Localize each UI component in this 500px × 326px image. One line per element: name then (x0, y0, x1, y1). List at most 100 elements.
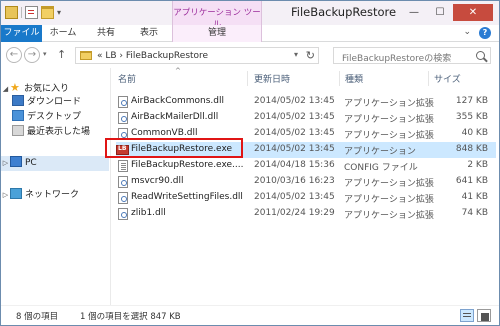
up-button[interactable]: ↑ (57, 48, 66, 61)
column-divider[interactable] (339, 71, 340, 86)
file-row[interactable]: zlib1.dll 2011/02/24 19:29 アプリケーション拡張 74… (116, 206, 496, 222)
minimize-button[interactable]: — (401, 4, 427, 21)
sidebar-item-favorites[interactable]: ◢ ★ お気に入り (1, 80, 69, 95)
new-folder-icon[interactable] (41, 6, 54, 19)
sidebar-item-pc[interactable]: ▷ PC (1, 156, 109, 171)
sidebar-item-network[interactable]: ▷ ネットワーク (1, 188, 79, 203)
file-type: アプリケーション拡張 (344, 179, 434, 189)
column-divider[interactable] (428, 71, 429, 86)
file-name: AirBackCommons.dll (131, 96, 225, 106)
column-header-date[interactable]: 更新日時 (254, 72, 290, 85)
sidebar-item-label: PC (25, 158, 37, 168)
sidebar-item-label: 最近表示した場 (27, 127, 91, 137)
recent-locations-dropdown[interactable]: ▾ (43, 50, 47, 58)
network-icon (10, 188, 22, 199)
dll-file-icon (118, 96, 128, 108)
address-dropdown-icon[interactable]: ▾ (294, 50, 298, 59)
file-size: 127 KB (455, 96, 488, 106)
file-date: 2014/04/18 15:36 (254, 160, 335, 170)
dll-file-icon (118, 112, 128, 124)
details-view-icon[interactable] (460, 309, 474, 322)
file-date: 2011/02/24 19:29 (254, 208, 335, 218)
file-name: AirBackMailerDll.dll (131, 112, 219, 122)
desktop-folder-icon (12, 110, 24, 121)
file-row[interactable]: AirBackCommons.dll 2014/05/02 13:45 アプリケ… (116, 94, 496, 110)
ribbon-tab-bar: ファイル ホーム 共有 表示 管理 ⌄ ? (1, 25, 499, 42)
properties-icon[interactable] (25, 6, 38, 19)
column-header-label: 名前 (118, 75, 137, 85)
navigation-pane: ◢ ★ お気に入り ダウンロード デスクトップ 最近表示した場 ▷ PC ▷ ネットワー… (1, 68, 111, 305)
file-date: 2010/03/16 16:23 (254, 176, 335, 186)
dll-file-icon (118, 192, 128, 204)
file-list: 名前 ^ 更新日時 種類 サイズ AirBackCommons.dll 2014… (112, 67, 499, 305)
expand-arrow-icon[interactable]: ▷ (1, 156, 10, 171)
config-file-icon (118, 160, 128, 172)
file-date: 2014/05/02 13:45 (254, 96, 335, 106)
back-button[interactable]: ← (6, 47, 22, 63)
file-date: 2014/05/02 13:45 (254, 192, 335, 202)
file-name: ReadWriteSettingFiles.dll (131, 192, 243, 202)
address-bar[interactable]: « LB › FileBackupRestore ▾ ↻ (75, 47, 319, 64)
tab-manage[interactable]: 管理 (172, 25, 262, 42)
file-row[interactable]: FileBackupRestore.exe.... 2014/04/18 15:… (116, 158, 496, 174)
pc-icon (10, 156, 22, 167)
column-header-name[interactable]: 名前 (118, 72, 136, 85)
recent-places-icon (12, 125, 24, 136)
window-controls: — ☐ ✕ (401, 4, 493, 21)
file-row[interactable]: msvcr90.dll 2010/03/16 16:23 アプリケーション拡張 … (116, 174, 496, 190)
column-header-type[interactable]: 種類 (345, 72, 363, 85)
file-size: 355 KB (455, 112, 488, 122)
dll-file-icon (118, 176, 128, 188)
column-divider[interactable] (247, 71, 248, 86)
expand-ribbon-icon[interactable]: ⌄ (463, 27, 471, 39)
search-input[interactable]: FileBackupRestoreの検索 (333, 47, 491, 64)
customize-toolbar-icon[interactable]: ▾ (57, 8, 61, 17)
file-size: 641 KB (455, 176, 488, 186)
file-type: アプリケーション拡張 (344, 211, 434, 221)
file-row[interactable]: AirBackMailerDll.dll 2014/05/02 13:45 アプ… (116, 110, 496, 126)
help-icon[interactable]: ? (479, 27, 491, 39)
file-name: msvcr90.dll (131, 176, 184, 186)
file-size: 40 KB (461, 128, 488, 138)
file-type: アプリケーション (344, 147, 416, 157)
sidebar-item-label: ネットワーク (25, 190, 80, 200)
column-header-size[interactable]: サイズ (434, 72, 461, 85)
tab-share[interactable]: 共有 (93, 25, 119, 42)
window-title: FileBackupRestore (291, 5, 397, 19)
maximize-button[interactable]: ☐ (427, 4, 453, 21)
refresh-icon[interactable]: ↻ (306, 49, 315, 62)
file-type: アプリケーション拡張 (344, 195, 434, 205)
ribbon-right-controls: ⌄ ? (463, 27, 491, 39)
file-name: zlib1.dll (131, 208, 166, 218)
sidebar-item-recent-places[interactable]: 最近表示した場 (12, 125, 90, 140)
close-button[interactable]: ✕ (453, 4, 493, 21)
sidebar-item-label: デスクトップ (27, 112, 82, 122)
item-count: 8 個の項目 (16, 312, 59, 322)
breadcrumb[interactable]: « LB › FileBackupRestore (97, 51, 208, 61)
tab-home[interactable]: ホーム (45, 25, 81, 42)
large-icons-view-icon[interactable] (477, 309, 491, 322)
folder-icon (80, 51, 92, 60)
search-placeholder: FileBackupRestoreの検索 (342, 54, 452, 64)
sidebar-item-downloads[interactable]: ダウンロード (12, 95, 81, 110)
file-size: 848 KB (455, 144, 488, 154)
quick-access-toolbar: ▾ (5, 6, 61, 19)
app-menu-icon[interactable] (5, 6, 18, 19)
context-tab-group: アプリケーション ツール (172, 1, 262, 30)
search-icon[interactable] (476, 51, 485, 60)
file-row[interactable]: ReadWriteSettingFiles.dll 2014/05/02 13:… (116, 190, 496, 206)
file-type: アプリケーション拡張 (344, 115, 434, 125)
expand-arrow-icon[interactable]: ▷ (1, 188, 10, 203)
forward-button[interactable]: → (24, 47, 40, 63)
dll-file-icon (118, 208, 128, 220)
tab-view[interactable]: 表示 (132, 25, 166, 42)
tab-file[interactable]: ファイル (1, 25, 42, 42)
toolbar-separator (21, 7, 22, 18)
file-name: CommonVB.dll (131, 128, 198, 138)
sort-indicator-icon: ^ (175, 67, 181, 75)
selection-info: 1 個の項目を選択 847 KB (80, 312, 181, 322)
collapse-arrow-icon[interactable]: ◢ (1, 82, 10, 97)
file-size: 41 KB (461, 192, 488, 202)
sidebar-item-desktop[interactable]: デスクトップ (12, 110, 81, 125)
file-date: 2014/05/02 13:45 (254, 144, 335, 154)
